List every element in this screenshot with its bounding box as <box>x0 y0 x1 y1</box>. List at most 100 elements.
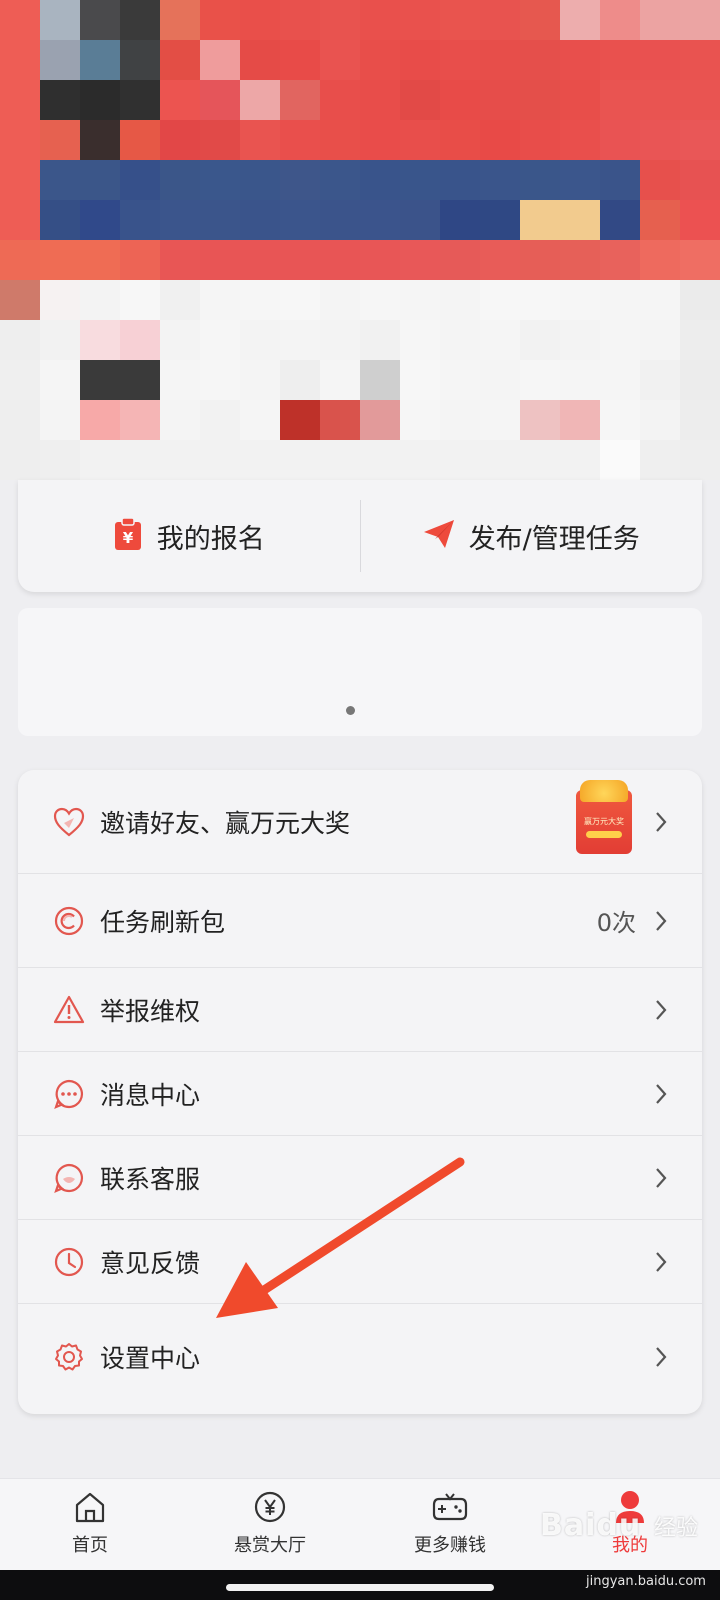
mosaic-pixel <box>520 400 560 440</box>
mosaic-pixel <box>600 120 640 160</box>
home-icon <box>70 1487 110 1527</box>
mosaic-pixel <box>40 240 80 280</box>
mosaic-pixel <box>120 120 160 160</box>
mosaic-pixel <box>520 120 560 160</box>
mosaic-pixel <box>80 40 120 80</box>
mosaic-pixel <box>440 360 480 400</box>
menu-item-message-center[interactable]: 消息中心 <box>18 1052 702 1136</box>
mosaic-pixel <box>0 360 40 400</box>
mosaic-pixel <box>160 440 200 480</box>
mosaic-pixel <box>80 200 120 240</box>
mosaic-pixel <box>520 80 560 120</box>
mosaic-pixel <box>560 40 600 80</box>
mosaic-pixel <box>480 40 520 80</box>
mosaic-pixel <box>440 280 480 320</box>
menu-item-label: 邀请好友、赢万元大奖 <box>100 808 351 838</box>
menu-item-label: 举报维权 <box>100 996 201 1026</box>
tab-home-label: 首页 <box>72 1535 108 1556</box>
mosaic-pixel <box>680 200 720 240</box>
mosaic-pixel <box>680 80 720 120</box>
mosaic-pixel <box>600 440 640 480</box>
tab-more-earnings[interactable]: 更多赚钱 <box>360 1479 540 1570</box>
mosaic-pixel <box>40 160 80 200</box>
mosaic-pixel <box>440 320 480 360</box>
mosaic-pixel <box>160 0 200 40</box>
mosaic-pixel <box>40 440 80 480</box>
mosaic-pixel <box>120 280 160 320</box>
mosaic-pixel <box>480 320 520 360</box>
menu-item-task-refresh-pack[interactable]: 任务刷新包 0次 <box>18 874 702 968</box>
mosaic-pixel <box>680 0 720 40</box>
mosaic-pixel <box>240 440 280 480</box>
mosaic-pixel <box>0 400 40 440</box>
tab-bounty-hall[interactable]: 悬赏大厅 <box>180 1479 360 1570</box>
mosaic-pixel <box>80 440 120 480</box>
customer-service-icon <box>52 1161 86 1195</box>
mosaic-pixel <box>600 80 640 120</box>
mosaic-pixel <box>360 360 400 400</box>
heart-icon <box>52 805 86 839</box>
mosaic-pixel <box>400 0 440 40</box>
mosaic-pixel <box>640 400 680 440</box>
mosaic-pixel <box>80 360 120 400</box>
mosaic-pixel <box>520 160 560 200</box>
mosaic-pixel <box>160 360 200 400</box>
chevron-right-icon <box>650 1167 672 1189</box>
home-indicator[interactable] <box>226 1584 494 1591</box>
mosaic-pixel <box>40 280 80 320</box>
mosaic-pixel <box>40 320 80 360</box>
mosaic-pixel <box>520 280 560 320</box>
mosaic-pixel <box>680 160 720 200</box>
mosaic-pixel <box>0 200 40 240</box>
mosaic-pixel <box>680 400 720 440</box>
menu-item-settings[interactable]: 设置中心 <box>18 1304 702 1410</box>
mosaic-pixel <box>440 0 480 40</box>
mosaic-pixel <box>480 160 520 200</box>
mosaic-pixel <box>600 0 640 40</box>
mosaic-pixel <box>600 360 640 400</box>
menu-item-report[interactable]: 举报维权 <box>18 968 702 1052</box>
mosaic-pixel <box>600 160 640 200</box>
publish-manage-tasks-button[interactable]: 发布/管理任务 <box>361 480 703 592</box>
tab-home[interactable]: 首页 <box>0 1479 180 1570</box>
mosaic-pixel <box>480 0 520 40</box>
mosaic-pixel <box>160 80 200 120</box>
mosaic-pixel <box>480 440 520 480</box>
mosaic-pixel <box>560 320 600 360</box>
mosaic-pixel <box>520 240 560 280</box>
mosaic-pixel <box>160 120 200 160</box>
mosaic-pixel <box>160 320 200 360</box>
menu-item-feedback[interactable]: 意见反馈 <box>18 1220 702 1304</box>
menu-item-invite-friends[interactable]: 邀请好友、赢万元大奖 赢万元大奖 <box>18 770 702 874</box>
refresh-count-value: 0次 <box>596 909 636 937</box>
mosaic-pixel <box>40 400 80 440</box>
mosaic-pixel <box>160 280 200 320</box>
mosaic-pixel <box>440 400 480 440</box>
mosaic-pixel <box>560 360 600 400</box>
my-signups-button[interactable]: ¥ 我的报名 <box>18 480 360 592</box>
mosaic-pixel <box>400 120 440 160</box>
banner-carousel[interactable] <box>18 608 702 736</box>
warning-icon <box>52 993 86 1027</box>
menu-item-contact-support[interactable]: 联系客服 <box>18 1136 702 1220</box>
mosaic-pixel <box>280 280 320 320</box>
mosaic-pixel <box>680 280 720 320</box>
mosaic-pixel <box>400 80 440 120</box>
mosaic-pixel <box>0 280 40 320</box>
mosaic-pixel <box>560 80 600 120</box>
mosaic-pixel <box>520 40 560 80</box>
mosaic-pixel <box>600 320 640 360</box>
clipboard-yen-icon: ¥ <box>113 517 143 555</box>
mosaic-pixel <box>480 200 520 240</box>
mosaic-pixel <box>280 400 320 440</box>
mosaic-pixel <box>200 280 240 320</box>
mosaic-pixel <box>360 280 400 320</box>
mosaic-pixel <box>520 440 560 480</box>
paper-plane-icon <box>423 519 455 553</box>
yen-circle-icon <box>250 1487 290 1527</box>
mosaic-pixel <box>640 280 680 320</box>
mosaic-pixel <box>360 200 400 240</box>
mosaic-pixel <box>200 40 240 80</box>
mosaic-pixel <box>320 440 360 480</box>
mosaic-pixel <box>560 160 600 200</box>
